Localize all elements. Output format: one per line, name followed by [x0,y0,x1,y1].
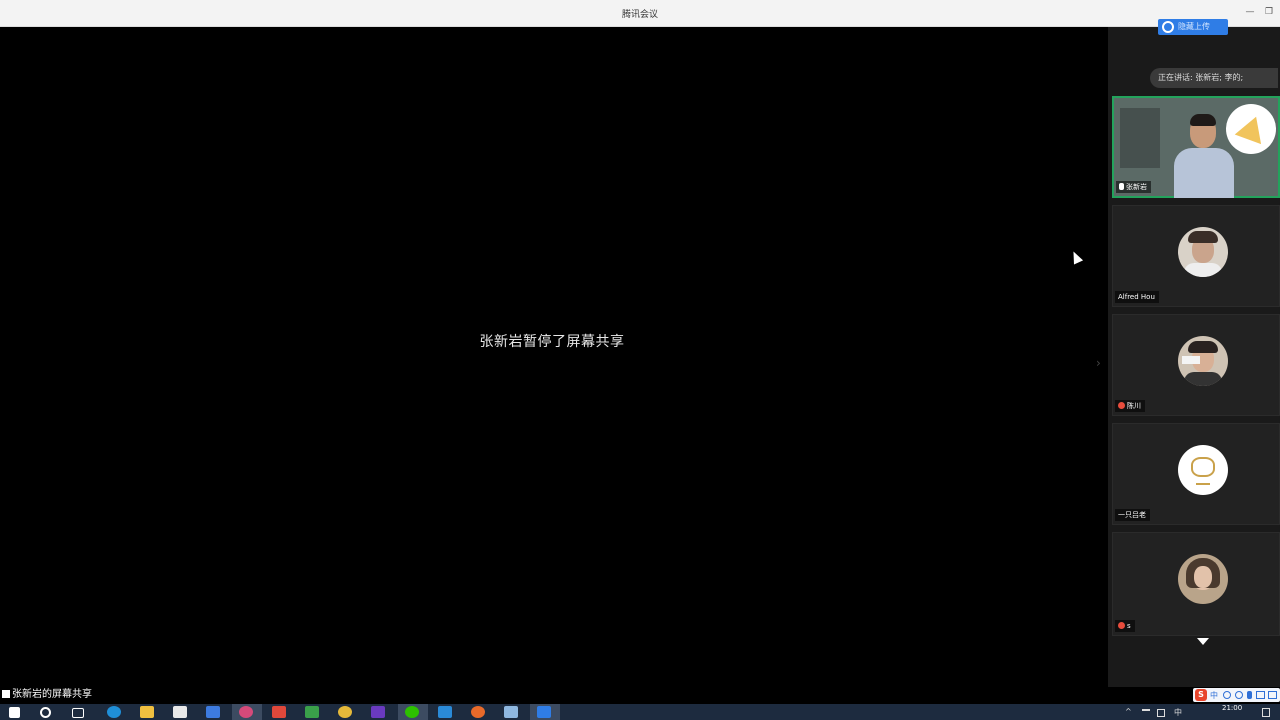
app-icon[interactable] [206,706,220,718]
file-explorer-icon[interactable] [140,706,154,718]
participant-tile[interactable]: s [1112,532,1280,636]
scroll-down-icon[interactable] [1197,638,1209,645]
participant-name-tag: 陈川 [1115,400,1145,412]
mic-muted-icon [1118,622,1125,629]
participant-name-tag: 张新岩 [1116,181,1151,193]
wechat-icon[interactable] [405,706,419,718]
ime-keyboard-icon[interactable] [1256,691,1265,699]
search-icon[interactable] [40,707,51,718]
title-bar: 腾讯会议 — ❐ [0,0,1280,27]
app-icon[interactable] [471,706,485,718]
upload-button[interactable]: 隐藏上传 [1158,19,1228,35]
taskbar-clock[interactable]: 21:00 [1222,704,1242,712]
edge-browser-icon[interactable] [107,706,121,718]
participant-tile[interactable]: 一只吕老 [1112,423,1280,525]
input-language-label[interactable]: 中 [1174,707,1182,718]
participant-tile[interactable]: Alfred Hou [1112,205,1280,307]
task-view-icon[interactable] [72,708,84,718]
app-icon[interactable] [305,706,319,718]
shared-screen-area: 张新岩暂停了屏幕共享 [0,27,1108,687]
participant-tile[interactable]: 陈川 [1112,314,1280,416]
ime-punctuation-icon[interactable] [1223,691,1231,699]
participant-name-tag: 一只吕老 [1115,509,1150,521]
app-icon[interactable] [438,706,452,718]
store-icon[interactable] [173,706,187,718]
windows-start-icon[interactable] [9,707,20,718]
participant-tile[interactable]: 张新岩 [1112,96,1280,198]
window-title: 腾讯会议 [621,10,658,20]
volume-icon[interactable] [1157,709,1165,717]
participant-name-tag: Alfred Hou [1115,291,1159,303]
app-icon[interactable] [371,706,385,718]
sogou-ime-icon[interactable]: S [1195,689,1207,701]
notification-icon[interactable] [1262,708,1270,717]
network-icon[interactable] [1142,709,1150,717]
participant-name-tag: s [1115,620,1135,632]
minimize-button[interactable]: — [1243,5,1257,19]
app-icon[interactable] [338,706,352,718]
tencent-meeting-icon[interactable] [537,706,551,718]
ime-toolbar[interactable]: S 中 [1193,688,1280,702]
avatar [1178,554,1228,604]
participant-video [1174,110,1234,198]
restore-button[interactable]: ❐ [1262,5,1276,19]
collapse-panel-chevron-icon[interactable]: › [1096,356,1106,374]
avatar [1178,227,1228,277]
tray-chevron-icon[interactable]: ^ [1125,707,1132,716]
screen-share-icon [2,690,10,698]
mic-icon [1119,183,1124,190]
avatar [1178,445,1228,495]
taskbar: ^ 中 21:00 [0,704,1280,720]
background-shelf [1120,108,1160,168]
ime-language-label[interactable]: 中 [1210,690,1218,701]
ime-toolbox-icon[interactable] [1268,691,1277,699]
speaking-indicator: 正在讲话: 张新岩; 李的; [1150,68,1278,88]
mic-muted-icon [1118,402,1125,409]
avatar [1178,336,1228,386]
app-icon[interactable] [272,706,286,718]
cloud-icon [1162,21,1174,33]
bird-logo-icon [1226,104,1276,154]
screen-share-paused-message: 张新岩暂停了屏幕共享 [479,334,625,350]
screen-share-indicator: 张新岩的屏幕共享 [0,688,92,702]
ime-emoji-icon[interactable] [1235,691,1243,699]
app-icon[interactable] [239,706,253,718]
upload-button-label: 隐藏上传 [1178,22,1210,31]
ime-voice-icon[interactable] [1247,691,1252,699]
app-icon[interactable] [504,706,518,718]
